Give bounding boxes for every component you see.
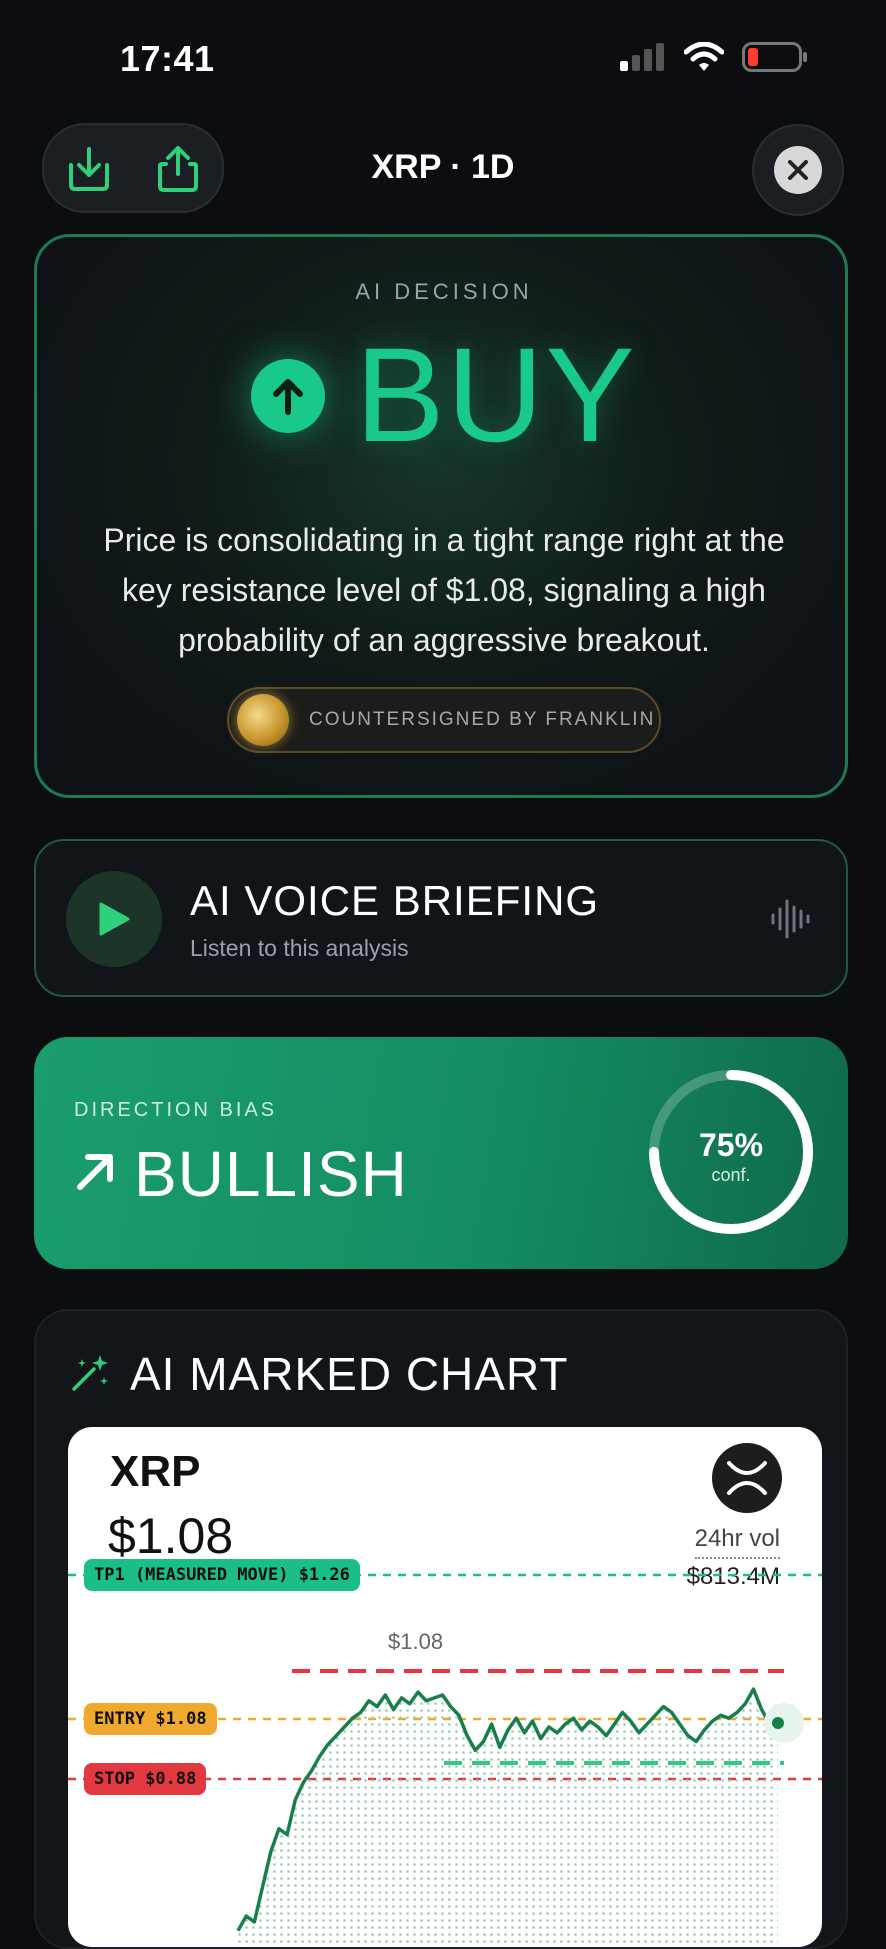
confidence-label: conf.	[711, 1165, 751, 1185]
confidence-percent: 75%	[698, 1127, 764, 1163]
ai-decision-card: AI DECISION BUY Price is consolidating i…	[34, 234, 848, 798]
entry-tag: ENTRY $1.08	[84, 1703, 217, 1735]
stop-tag: STOP $0.88	[84, 1763, 207, 1795]
decision-action-row: BUY	[37, 329, 851, 463]
chart-card-title: AI MARKED CHART	[130, 1348, 569, 1400]
arrow-up-right-icon	[77, 1154, 113, 1190]
ai-marked-chart-card: AI MARKED CHART XRP $1.08 24hr vol $813.…	[34, 1309, 848, 1949]
decision-action: BUY	[355, 321, 637, 470]
countersign-text: COUNTERSIGNED BY FRANKLIN	[309, 709, 656, 730]
tp1-tag: TP1 (MEASURED MOVE) $1.26	[84, 1559, 360, 1591]
status-icons	[620, 42, 808, 72]
direction-bias-value: BULLISH	[134, 1138, 408, 1210]
close-button[interactable]	[752, 124, 844, 216]
countersign-badge: COUNTERSIGNED BY FRANKLIN	[227, 687, 661, 753]
voice-briefing-card[interactable]: AI VOICE BRIEFING Listen to this analysi…	[34, 839, 848, 997]
voice-briefing-subtitle: Listen to this analysis	[190, 935, 409, 961]
voice-briefing-title: AI VOICE BRIEFING	[190, 877, 600, 924]
battery-icon	[742, 42, 807, 72]
play-icon	[99, 902, 130, 936]
ai-decision-label: AI DECISION	[355, 279, 533, 304]
last-price-dot	[772, 1717, 784, 1729]
close-icon	[774, 146, 822, 194]
price-chart: $1.08	[68, 1573, 822, 1947]
waveform-icon	[771, 899, 810, 939]
status-time: 17:41	[120, 38, 215, 79]
arrow-up-circle-icon	[251, 359, 326, 433]
decision-description: Price is consolidating in a tight range …	[103, 522, 785, 658]
wifi-icon	[684, 42, 724, 71]
signal-icon	[620, 43, 664, 71]
peak-price-label: $1.08	[388, 1629, 443, 1654]
play-button[interactable]	[66, 871, 162, 967]
direction-bias-card: DIRECTION BIAS BULLISH 75% conf.	[34, 1037, 848, 1269]
marked-chart-image: XRP $1.08 24hr vol $813.4M $1.08 TP1 (ME…	[68, 1427, 822, 1947]
franklin-coin-icon	[237, 694, 289, 746]
magic-wand-icon	[72, 1355, 108, 1391]
direction-bias-label: DIRECTION BIAS	[74, 1099, 278, 1121]
